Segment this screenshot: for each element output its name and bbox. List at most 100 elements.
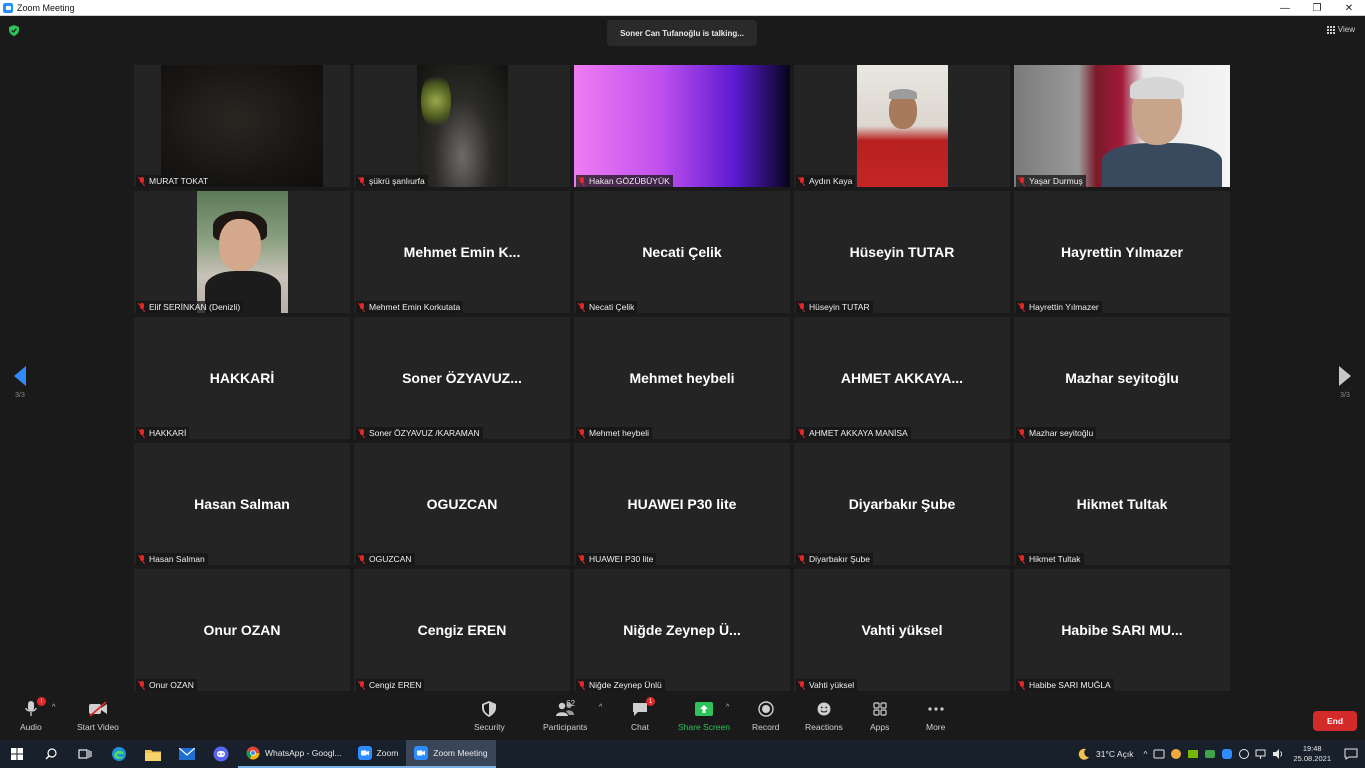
task-view-icon xyxy=(78,749,92,759)
taskbar-clock[interactable]: 19:48 25.08.2021 xyxy=(1293,744,1331,764)
security-button[interactable]: Security xyxy=(474,698,505,732)
participant-tile[interactable]: Habibe SARI MU... Habibe SARI MUĞLA xyxy=(1014,569,1230,691)
windows-logo-icon xyxy=(11,748,23,760)
audio-options-caret[interactable]: ^ xyxy=(52,704,55,711)
participant-name-label: Necati Çelik xyxy=(576,301,638,313)
participant-tile[interactable]: Mazhar seyitoğlu Mazhar seyitoğlu xyxy=(1014,317,1230,439)
participant-tile[interactable]: Yaşar Durmuş xyxy=(1014,65,1230,187)
clock-date: 25.08.2021 xyxy=(1293,754,1331,763)
arrow-left-icon xyxy=(14,366,26,386)
notification-icon xyxy=(1344,748,1358,760)
participant-tile[interactable]: şükrü şanlıurfa xyxy=(354,65,570,187)
participant-tile[interactable]: Hüseyin TUTAR Hüseyin TUTAR xyxy=(794,191,1010,313)
participant-tile[interactable]: Onur OZAN Onur OZAN xyxy=(134,569,350,691)
edge-icon xyxy=(112,747,126,761)
file-explorer-button[interactable] xyxy=(136,740,170,768)
share-screen-button[interactable]: Share Screen xyxy=(678,698,730,732)
close-button[interactable]: ✕ xyxy=(1333,0,1365,16)
participant-tile[interactable]: Necati Çelik Necati Çelik xyxy=(574,191,790,313)
participant-tile[interactable]: Hikmet Tultak Hikmet Tultak xyxy=(1014,443,1230,565)
participant-tile[interactable]: Diyarbakır Şube Diyarbakır Şube xyxy=(794,443,1010,565)
mic-muted-icon xyxy=(798,554,806,564)
participant-tile[interactable]: Mehmet heybeli Mehmet heybeli xyxy=(574,317,790,439)
participant-tile[interactable]: MURAT TOKAT xyxy=(134,65,350,187)
participant-tile[interactable]: AHMET AKKAYA... AHMET AKKAYA MANİSA xyxy=(794,317,1010,439)
participant-tile[interactable]: Vahti yüksel Vahti yüksel xyxy=(794,569,1010,691)
shield-icon xyxy=(482,701,497,717)
participant-tile[interactable]: Soner ÖZYAVUZ... Soner ÖZYAVUZ /KARAMAN xyxy=(354,317,570,439)
taskbar-app-whatsapp-chrome[interactable]: WhatsApp - Googl... xyxy=(238,740,350,768)
participant-tile[interactable]: OGUZCAN OGUZCAN xyxy=(354,443,570,565)
maximize-button[interactable]: ❐ xyxy=(1301,0,1333,16)
participants-options-caret[interactable]: ^ xyxy=(599,704,602,711)
participant-name-label: Mehmet Emin Korkutata xyxy=(356,301,464,313)
mic-muted-icon xyxy=(1018,302,1026,312)
tray-app-icon[interactable] xyxy=(1238,748,1250,760)
participant-display-name: Onur OZAN xyxy=(203,622,281,638)
chat-button[interactable]: 1 Chat xyxy=(630,697,655,732)
mic-muted-icon xyxy=(578,680,586,690)
participant-name-label: Aydın Kaya xyxy=(796,175,856,187)
system-tray: 31°C Açık ^ 19:48 25.08.2021 xyxy=(1078,740,1365,768)
participant-name-label: HAKKARİ xyxy=(136,427,190,439)
volume-icon[interactable] xyxy=(1272,748,1284,760)
search-button[interactable] xyxy=(34,740,68,768)
participants-count: 62 xyxy=(566,699,576,708)
taskbar-app-zoom[interactable]: Zoom xyxy=(349,740,407,768)
encryption-shield-icon[interactable] xyxy=(9,25,19,36)
mail-app-button[interactable] xyxy=(170,740,204,768)
task-view-button[interactable] xyxy=(68,740,102,768)
reactions-button[interactable]: Reactions xyxy=(805,698,843,732)
notifications-button[interactable] xyxy=(1337,740,1365,768)
minimize-button[interactable]: — xyxy=(1269,0,1301,16)
participant-tile[interactable]: Mehmet Emin K... Mehmet Emin Korkutata xyxy=(354,191,570,313)
participant-name-label: Hasan Salman xyxy=(136,553,208,565)
record-button[interactable]: Record xyxy=(752,698,779,732)
participant-name-label: HUAWEI P30 lite xyxy=(576,553,657,565)
view-button[interactable]: View xyxy=(1326,25,1355,34)
participant-name-label: OGUZCAN xyxy=(356,553,415,565)
taskbar-app-zoom-meeting[interactable]: Zoom Meeting xyxy=(406,740,496,768)
meeting-toolbar: ! Audio ^ Start Video Security 62 Partic… xyxy=(0,692,1365,740)
edge-app-button[interactable] xyxy=(102,740,136,768)
tray-app-icon[interactable] xyxy=(1153,748,1165,760)
tray-app-icon[interactable] xyxy=(1170,748,1182,760)
gallery-grid: MURAT TOKAT şükrü şanlıurfa Hakan GÖZÜBÜ… xyxy=(134,65,1232,691)
mic-muted-icon xyxy=(798,176,806,186)
participant-tile[interactable]: Elif SERİNKAN (Denizli) xyxy=(134,191,350,313)
next-page-button[interactable]: 3/3 xyxy=(1335,366,1355,399)
participant-tile[interactable]: Aydın Kaya xyxy=(794,65,1010,187)
start-button[interactable] xyxy=(0,740,34,768)
previous-page-button[interactable]: 3/3 xyxy=(10,366,30,399)
participant-name-label: Niğde Zeynep Ünlü xyxy=(576,679,665,691)
start-video-label: Start Video xyxy=(77,722,119,732)
end-meeting-button[interactable]: End xyxy=(1313,711,1357,731)
zoom-tray-icon[interactable] xyxy=(1221,748,1233,760)
participant-display-name: Mehmet Emin K... xyxy=(403,244,521,260)
participant-tile[interactable]: Hakan GÖZÜBÜYÜK xyxy=(574,65,790,187)
participant-tile[interactable]: Cengiz EREN Cengiz EREN xyxy=(354,569,570,691)
weather-text[interactable]: 31°C Açık xyxy=(1096,749,1133,759)
audio-button[interactable]: ! Audio xyxy=(20,697,46,732)
network-icon[interactable] xyxy=(1255,748,1267,760)
participant-name-label: AHMET AKKAYA MANİSA xyxy=(796,427,911,439)
tray-app-icon[interactable] xyxy=(1204,748,1216,760)
discord-app-button[interactable] xyxy=(204,740,238,768)
participant-tile[interactable]: Niğde Zeynep Ü... Niğde Zeynep Ünlü xyxy=(574,569,790,691)
participant-display-name: Hüseyin TUTAR xyxy=(849,244,955,260)
windows-taskbar: WhatsApp - Googl... Zoom Zoom Meeting 31… xyxy=(0,740,1365,768)
participants-button[interactable]: 62 Participants xyxy=(543,698,587,732)
share-options-caret[interactable]: ^ xyxy=(726,704,729,711)
mic-muted-icon xyxy=(138,176,146,186)
apps-button[interactable]: Apps xyxy=(870,698,889,732)
nvidia-icon[interactable] xyxy=(1187,748,1199,760)
participant-video xyxy=(574,65,790,187)
participant-tile[interactable]: HAKKARİ HAKKARİ xyxy=(134,317,350,439)
participant-tile[interactable]: Hayrettin Yılmazer Hayrettin Yılmazer xyxy=(1014,191,1230,313)
tray-chevron-icon[interactable]: ^ xyxy=(1143,749,1147,759)
participant-tile[interactable]: HUAWEI P30 lite HUAWEI P30 lite xyxy=(574,443,790,565)
more-button[interactable]: More xyxy=(926,698,945,732)
participant-name-label: Hayrettin Yılmazer xyxy=(1016,301,1102,313)
start-video-button[interactable]: Start Video xyxy=(77,698,119,732)
participant-tile[interactable]: Hasan Salman Hasan Salman xyxy=(134,443,350,565)
